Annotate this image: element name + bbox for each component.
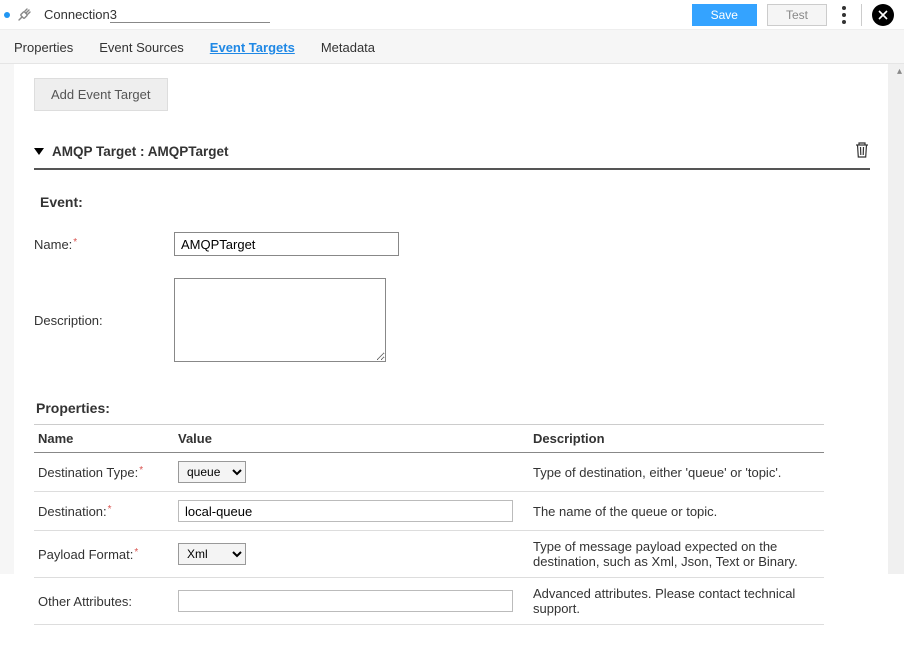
more-menu-icon[interactable]	[837, 2, 851, 28]
target-title: AMQP Target : AMQPTarget	[52, 144, 229, 159]
collapse-toggle-icon[interactable]	[34, 148, 44, 155]
table-row: Destination Type: queue Type of destinat…	[34, 453, 824, 492]
tab-event-targets[interactable]: Event Targets	[210, 40, 295, 55]
properties-section-heading: Properties:	[36, 400, 870, 416]
test-button[interactable]: Test	[767, 4, 827, 26]
payload-format-select[interactable]: Xml	[178, 543, 246, 565]
table-row: Other Attributes: Advanced attributes. P…	[34, 578, 824, 625]
topbar-right: Save Test	[692, 2, 894, 28]
properties-table: Name Value Description Destination Type:…	[34, 424, 824, 625]
status-dot-icon	[4, 12, 10, 18]
topbar-left: Connection3	[4, 7, 117, 23]
tabs-row: Properties Event Sources Event Targets M…	[0, 30, 904, 64]
scroll-up-icon[interactable]: ▴	[897, 66, 902, 77]
prop-name-label: Other Attributes:	[38, 594, 132, 609]
save-button[interactable]: Save	[692, 4, 757, 26]
prop-desc: Type of message payload expected on the …	[529, 531, 824, 578]
event-section-heading: Event:	[40, 194, 870, 210]
tab-event-sources[interactable]: Event Sources	[99, 40, 184, 55]
divider	[861, 4, 862, 26]
close-button[interactable]	[872, 4, 894, 26]
delete-target-button[interactable]	[854, 141, 870, 162]
top-bar: Connection3 Save Test	[0, 0, 904, 30]
name-row: Name:	[34, 232, 870, 256]
tab-metadata[interactable]: Metadata	[321, 40, 375, 55]
description-input[interactable]	[174, 278, 386, 362]
scrollbar-track[interactable]: ▴	[888, 64, 904, 574]
description-row: Description:	[34, 278, 870, 362]
prop-desc: The name of the queue or topic.	[529, 492, 824, 531]
prop-name-label: Payload Format:	[38, 547, 138, 562]
content-area: ▴ Add Event Target AMQP Target : AMQPTar…	[0, 64, 904, 574]
main-panel: Add Event Target AMQP Target : AMQPTarge…	[14, 64, 890, 645]
prop-desc: Advanced attributes. Please contact tech…	[529, 578, 824, 625]
target-header: AMQP Target : AMQPTarget	[34, 141, 870, 170]
prop-desc: Type of destination, either 'queue' or '…	[529, 453, 824, 492]
name-input[interactable]	[174, 232, 399, 256]
th-value: Value	[174, 425, 529, 453]
destination-type-select[interactable]: queue	[178, 461, 246, 483]
prop-name-label: Destination Type:	[38, 465, 143, 480]
name-underline	[110, 22, 270, 23]
tab-properties[interactable]: Properties	[14, 40, 73, 55]
prop-name-label: Destination:	[38, 504, 112, 519]
description-label: Description:	[34, 313, 174, 328]
name-label: Name:	[34, 237, 174, 252]
add-event-target-button[interactable]: Add Event Target	[34, 78, 168, 111]
table-row: Destination: The name of the queue or to…	[34, 492, 824, 531]
connection-name[interactable]: Connection3	[44, 7, 117, 22]
table-row: Payload Format: Xml Type of message payl…	[34, 531, 824, 578]
th-name: Name	[34, 425, 174, 453]
other-attributes-input[interactable]	[178, 590, 513, 612]
connection-icon	[16, 7, 32, 23]
th-description: Description	[529, 425, 824, 453]
destination-input[interactable]	[178, 500, 513, 522]
